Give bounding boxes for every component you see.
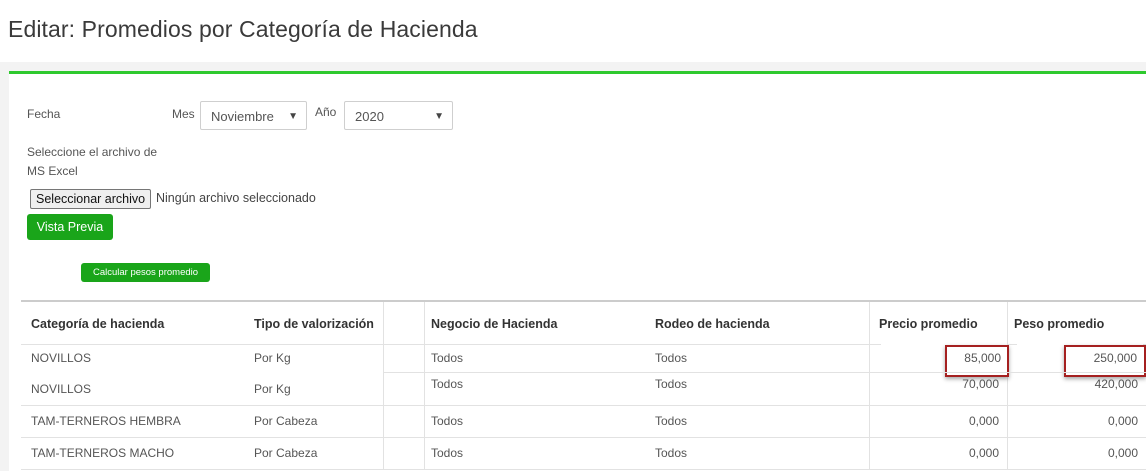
header-negocio: Negocio de Hacienda [431, 317, 558, 331]
calculate-average-weights-button[interactable]: Calcular pesos promedio [81, 263, 210, 282]
header-categoria: Categoría de hacienda [31, 317, 165, 331]
anio-select-value: 2020 [355, 109, 384, 124]
archivo-label-line2: MS Excel [27, 164, 78, 178]
cell-negocio: Todos [431, 377, 464, 391]
table-row[interactable]: NOVILLOS Por Kg Todos Todos 70,000 420,0… [21, 372, 1146, 405]
cell-peso-promedio[interactable]: 420,000 [1007, 372, 1146, 405]
cell-precio-promedio[interactable]: 70,000 [869, 372, 1007, 405]
cell-negocio: Todos [431, 446, 464, 460]
table-row[interactable]: TAM-TERNEROS HEMBRA Por Cabeza Todos Tod… [21, 405, 1146, 437]
preview-button[interactable]: Vista Previa [27, 214, 113, 240]
page-title: Editar: Promedios por Categoría de Hacie… [8, 16, 478, 42]
cell-rodeo: Todos [655, 414, 688, 428]
header-rodeo: Rodeo de hacienda [655, 317, 770, 331]
cell-tipo-valorizacion: Por Kg [254, 351, 291, 365]
cell-categoria: TAM-TERNEROS HEMBRA [31, 414, 181, 428]
cell-categoria: NOVILLOS [31, 381, 92, 396]
table-header-row: Categoría de hacienda Tipo de valorizaci… [21, 308, 1146, 340]
row-divider [21, 469, 1146, 470]
anio-select[interactable]: 2020 ▼ [344, 101, 453, 130]
cell-rodeo: Todos [655, 446, 688, 460]
table-row[interactable]: TAM-TERNEROS MACHO Por Cabeza Todos Todo… [21, 437, 1146, 469]
mes-select[interactable]: Noviembre ▼ [200, 101, 307, 130]
cell-peso-promedio[interactable]: 0,000 [1007, 405, 1146, 437]
cell-negocio: Todos [431, 414, 464, 428]
anio-label: Año [315, 105, 337, 119]
file-status-text: Ningún archivo seleccionado [156, 191, 316, 205]
table-top-border [21, 300, 1146, 302]
cell-precio-promedio[interactable]: 0,000 [869, 437, 1007, 469]
cell-tipo-valorizacion: Por Kg [254, 381, 291, 396]
cell-tipo-valorizacion: Por Cabeza [254, 446, 318, 460]
fecha-label: Fecha [27, 107, 61, 121]
mes-label: Mes [172, 107, 195, 121]
header-precio-promedio: Precio promedio [879, 317, 978, 331]
header-peso-promedio: Peso promedio [1014, 317, 1105, 331]
archivo-label-line1: Seleccione el archivo de [27, 145, 158, 159]
cell-categoria: TAM-TERNEROS MACHO [31, 446, 175, 460]
cell-precio-promedio[interactable]: 0,000 [869, 405, 1007, 437]
header-tipo-valorizacion: Tipo de valorización [254, 317, 374, 331]
chevron-down-icon: ▼ [434, 111, 444, 122]
cell-categoria: NOVILLOS [31, 351, 92, 365]
select-file-button[interactable]: Seleccionar archivo [30, 189, 152, 209]
chevron-down-icon: ▼ [288, 111, 298, 122]
cell-rodeo: Todos [655, 377, 688, 391]
cell-peso-promedio[interactable]: 0,000 [1007, 437, 1146, 469]
cell-negocio: Todos [431, 351, 464, 365]
mes-select-value: Noviembre [211, 109, 274, 124]
cell-rodeo: Todos [655, 351, 688, 365]
cell-tipo-valorizacion: Por Cabeza [254, 414, 318, 428]
